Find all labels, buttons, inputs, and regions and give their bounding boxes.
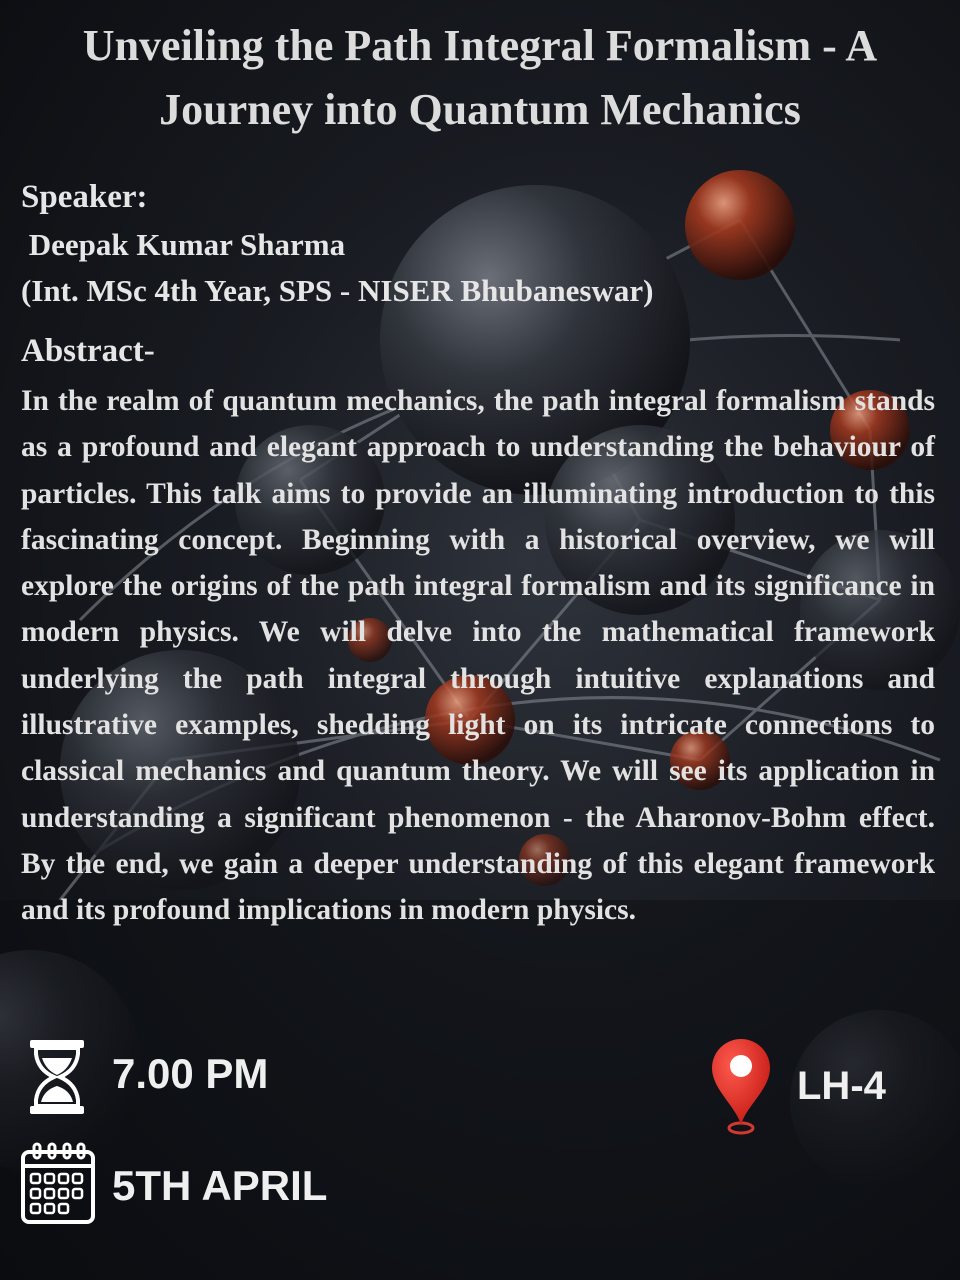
- abstract-heading: Abstract-: [21, 333, 155, 369]
- speaker-affiliation: (Int. MSc 4th Year, SPS - NISER Bhubanes…: [21, 273, 654, 308]
- abstract-text: In the realm of quantum mechanics, the p…: [21, 385, 935, 927]
- hourglass-icon: [30, 1040, 84, 1114]
- event-time: 7.00 PM: [112, 1050, 269, 1097]
- calendar-icon: [21, 1142, 95, 1224]
- event-venue: LH-4: [797, 1064, 886, 1108]
- poster: Unveiling the Path Integral Formalism - …: [0, 0, 960, 1280]
- location-pin-icon: [712, 1039, 770, 1135]
- event-date: 5TH APRIL: [112, 1162, 328, 1209]
- speaker-heading: Speaker:: [21, 179, 148, 215]
- speaker-name: Deepak Kumar Sharma: [21, 227, 346, 262]
- page-title: Unveiling the Path Integral Formalism - …: [82, 21, 878, 134]
